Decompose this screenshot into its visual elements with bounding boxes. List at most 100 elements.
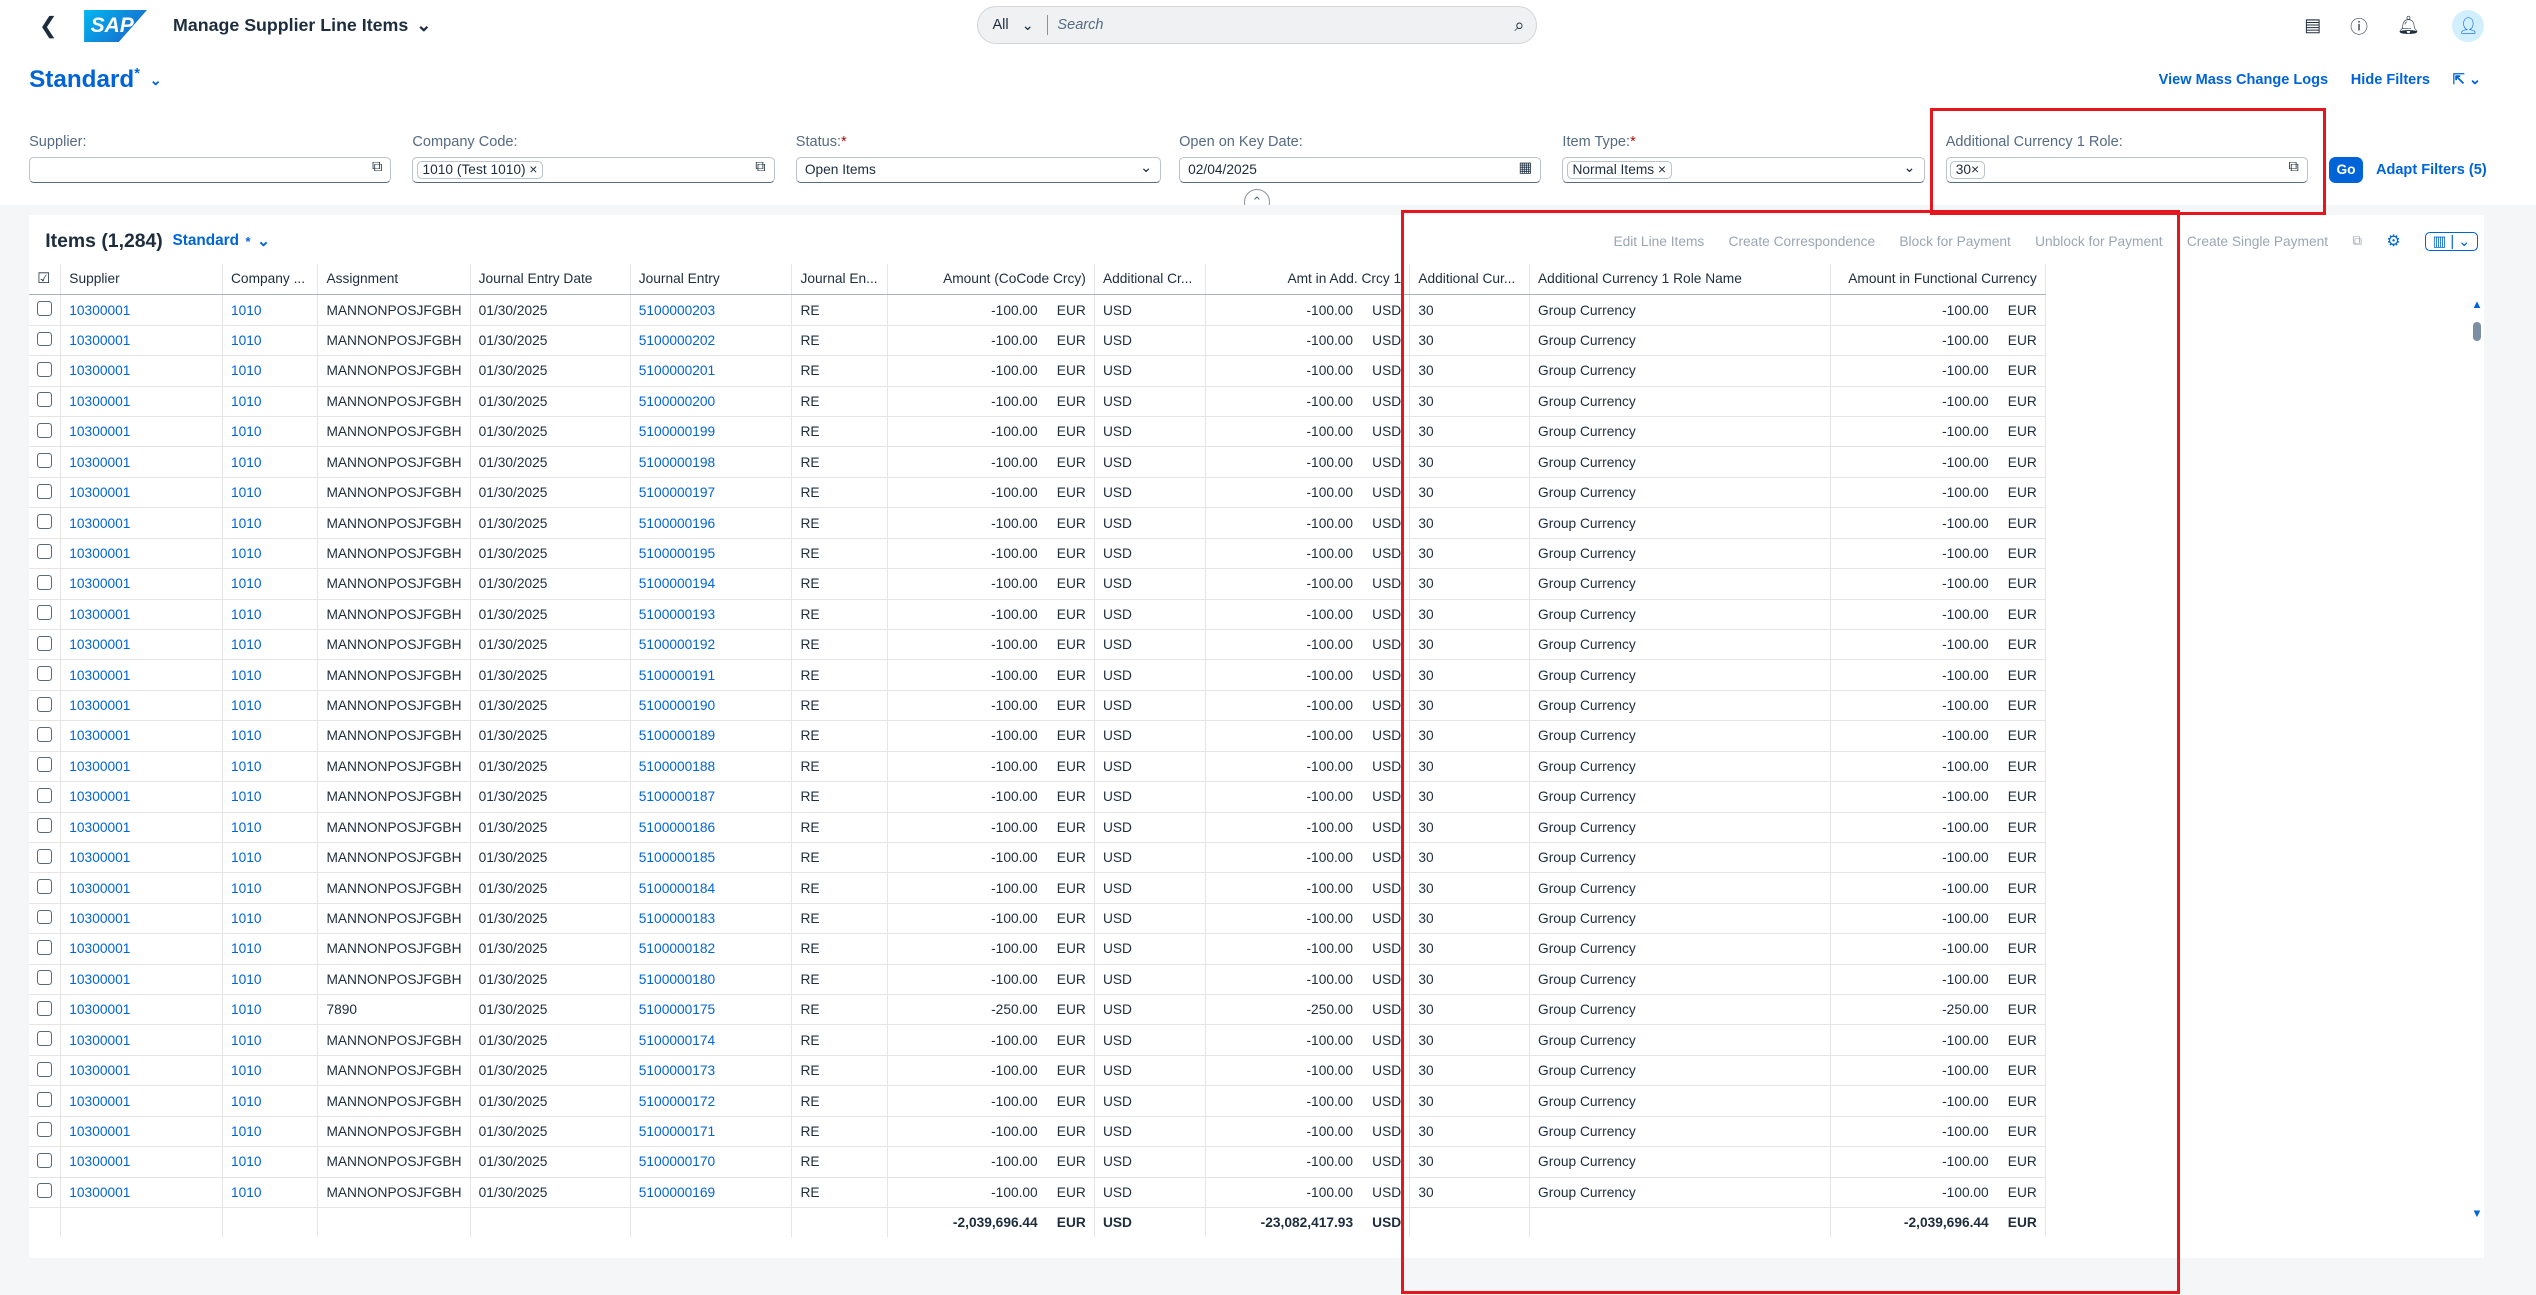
row-checkbox[interactable] xyxy=(29,659,62,691)
supplier-cell[interactable]: 10300001 xyxy=(60,1146,223,1178)
supplier-cell[interactable]: 10300001 xyxy=(60,325,223,357)
supplier-cell[interactable]: 10300001 xyxy=(60,720,223,752)
chevron-down-icon[interactable]: ⌄ xyxy=(1903,159,1915,176)
column-header[interactable]: Amount in Functional Currency xyxy=(1830,263,2046,296)
row-checkbox[interactable] xyxy=(29,933,62,965)
table-row[interactable]: 10300001 1010 MANNONPOSJFGBH 01/30/2025 5100… xyxy=(29,720,2046,752)
company-code-cell[interactable]: 1010 xyxy=(222,872,319,904)
table-row[interactable]: 10300001 1010 MANNONPOSJFGBH 01/30/2025 5100… xyxy=(29,812,2046,843)
table-row[interactable]: 10300001 1010 MANNONPOSJFGBH 01/30/2025 5100… xyxy=(29,1146,2046,1178)
scrollbar-thumb[interactable] xyxy=(2472,321,2482,342)
scroll-down-icon[interactable]: ▼ xyxy=(2471,1208,2482,1220)
company-code-cell[interactable]: 1010 xyxy=(222,1055,319,1087)
additional-currency-role-input[interactable]: 30× ⧉ xyxy=(1945,156,2309,183)
supplier-cell[interactable]: 10300001 xyxy=(60,933,223,965)
company-code-cell[interactable]: 1010 xyxy=(222,903,319,935)
supplier-cell[interactable]: 10300001 xyxy=(60,690,223,722)
journal-entry-cell[interactable]: 5100000197 xyxy=(630,477,793,509)
journal-entry-cell[interactable]: 5100000182 xyxy=(630,933,793,965)
supplier-cell[interactable]: 10300001 xyxy=(60,751,223,783)
table-variant-management[interactable]: Standard * ⌄ xyxy=(172,232,269,251)
remove-token-icon[interactable]: × xyxy=(1971,162,1979,177)
status-select[interactable]: Open Items ⌄ xyxy=(795,156,1162,183)
row-checkbox[interactable] xyxy=(29,568,62,600)
supplier-cell[interactable]: 10300001 xyxy=(60,964,223,996)
supplier-cell[interactable]: 10300001 xyxy=(60,446,223,478)
journal-entry-cell[interactable]: 5100000180 xyxy=(630,964,793,996)
table-row[interactable]: 10300001 1010 MANNONPOSJFGBH 01/30/2025 5100… xyxy=(29,903,2046,935)
supplier-cell[interactable]: 10300001 xyxy=(60,1085,223,1117)
column-header[interactable]: Supplier xyxy=(60,263,223,296)
journal-entry-cell[interactable]: 5100000191 xyxy=(630,659,793,691)
column-header[interactable]: Additional Cur... xyxy=(1409,263,1530,296)
row-checkbox[interactable] xyxy=(29,842,62,874)
company-code-input[interactable]: 1010 (Test 1010) × ⧉ xyxy=(412,156,775,183)
row-checkbox[interactable] xyxy=(29,903,62,935)
table-row[interactable]: 10300001 1010 MANNONPOSJFGBH 01/30/2025 5100… xyxy=(29,355,2046,387)
journal-entry-cell[interactable]: 5100000185 xyxy=(630,842,793,874)
journal-entry-cell[interactable]: 5100000194 xyxy=(630,568,793,600)
supplier-cell[interactable]: 10300001 xyxy=(60,416,223,448)
table-row[interactable]: 10300001 1010 MANNONPOSJFGBH 01/30/2025 5100… xyxy=(29,1177,2046,1208)
help-icon[interactable]: ⓘ xyxy=(2350,13,2368,39)
row-checkbox[interactable] xyxy=(29,1085,62,1117)
column-header[interactable]: Assignment xyxy=(317,263,471,296)
row-checkbox[interactable] xyxy=(29,812,62,843)
journal-entry-cell[interactable]: 5100000169 xyxy=(630,1177,793,1208)
supplier-cell[interactable]: 10300001 xyxy=(60,1024,223,1056)
company-code-cell[interactable]: 1010 xyxy=(222,325,319,357)
block-for-payment-button[interactable]: Block for Payment xyxy=(1899,234,2010,249)
journal-entry-cell[interactable]: 5100000187 xyxy=(630,781,793,813)
remove-token-icon[interactable]: × xyxy=(529,162,537,177)
table-row[interactable]: 10300001 1010 MANNONPOSJFGBH 01/30/2025 5100… xyxy=(29,659,2046,691)
supplier-cell[interactable]: 10300001 xyxy=(60,355,223,387)
row-checkbox[interactable] xyxy=(29,751,62,783)
journal-entry-cell[interactable]: 5100000189 xyxy=(630,720,793,752)
journal-entry-cell[interactable]: 5100000186 xyxy=(630,812,793,843)
row-checkbox[interactable] xyxy=(29,416,62,448)
row-checkbox[interactable] xyxy=(29,355,62,387)
supplier-cell[interactable]: 10300001 xyxy=(60,1055,223,1087)
view-mass-change-logs-link[interactable]: View Mass Change Logs xyxy=(2159,72,2329,88)
select-all-checkbox[interactable]: ☑ xyxy=(29,263,62,296)
journal-entry-cell[interactable]: 5100000188 xyxy=(630,751,793,783)
app-title-menu[interactable]: Manage Supplier Line Items ⌄ xyxy=(173,15,431,36)
row-checkbox[interactable] xyxy=(29,538,62,570)
row-checkbox[interactable] xyxy=(29,964,62,996)
row-checkbox[interactable] xyxy=(29,599,62,630)
column-header[interactable]: Company ... xyxy=(222,263,319,296)
row-checkbox[interactable] xyxy=(29,994,62,1026)
item-type-token[interactable]: Normal Items × xyxy=(1566,160,1672,179)
journal-entry-cell[interactable]: 5100000203 xyxy=(630,294,793,326)
row-checkbox[interactable] xyxy=(29,507,62,539)
row-checkbox[interactable] xyxy=(29,325,62,357)
journal-entry-cell[interactable]: 5100000171 xyxy=(630,1116,793,1148)
column-header[interactable]: Journal En... xyxy=(791,263,888,296)
company-code-cell[interactable]: 1010 xyxy=(222,294,319,326)
supplier-cell[interactable]: 10300001 xyxy=(60,994,223,1026)
company-code-cell[interactable]: 1010 xyxy=(222,1177,319,1208)
journal-entry-cell[interactable]: 5100000200 xyxy=(630,386,793,418)
supplier-cell[interactable]: 10300001 xyxy=(60,538,223,570)
calendar-icon[interactable]: ▦ xyxy=(1519,159,1533,176)
value-help-icon[interactable]: ⧉ xyxy=(755,159,765,175)
company-code-cell[interactable]: 1010 xyxy=(222,781,319,813)
table-row[interactable]: 10300001 1010 MANNONPOSJFGBH 01/30/2025 5100… xyxy=(29,386,2046,418)
feedback-icon[interactable]: ▤ xyxy=(2304,15,2321,36)
journal-entry-cell[interactable]: 5100000183 xyxy=(630,903,793,935)
variant-management[interactable]: Standard* ⌄ xyxy=(29,66,162,94)
table-row[interactable]: 10300001 1010 MANNONPOSJFGBH 01/30/2025 5100… xyxy=(29,325,2046,357)
company-code-cell[interactable]: 1010 xyxy=(222,416,319,448)
journal-entry-cell[interactable]: 5100000192 xyxy=(630,629,793,661)
scroll-up-icon[interactable]: ▲ xyxy=(2471,299,2482,311)
supplier-cell[interactable]: 10300001 xyxy=(60,781,223,813)
row-checkbox[interactable] xyxy=(29,1055,62,1087)
sap-logo[interactable]: SAP xyxy=(84,9,148,43)
search-bar[interactable]: All ⌄ Search ⌕ xyxy=(976,6,1537,44)
company-code-cell[interactable]: 1010 xyxy=(222,629,319,661)
supplier-cell[interactable]: 10300001 xyxy=(60,599,223,630)
journal-entry-cell[interactable]: 5100000174 xyxy=(630,1024,793,1056)
supplier-cell[interactable]: 10300001 xyxy=(60,812,223,843)
company-code-cell[interactable]: 1010 xyxy=(222,964,319,996)
journal-entry-cell[interactable]: 5100000193 xyxy=(630,599,793,630)
